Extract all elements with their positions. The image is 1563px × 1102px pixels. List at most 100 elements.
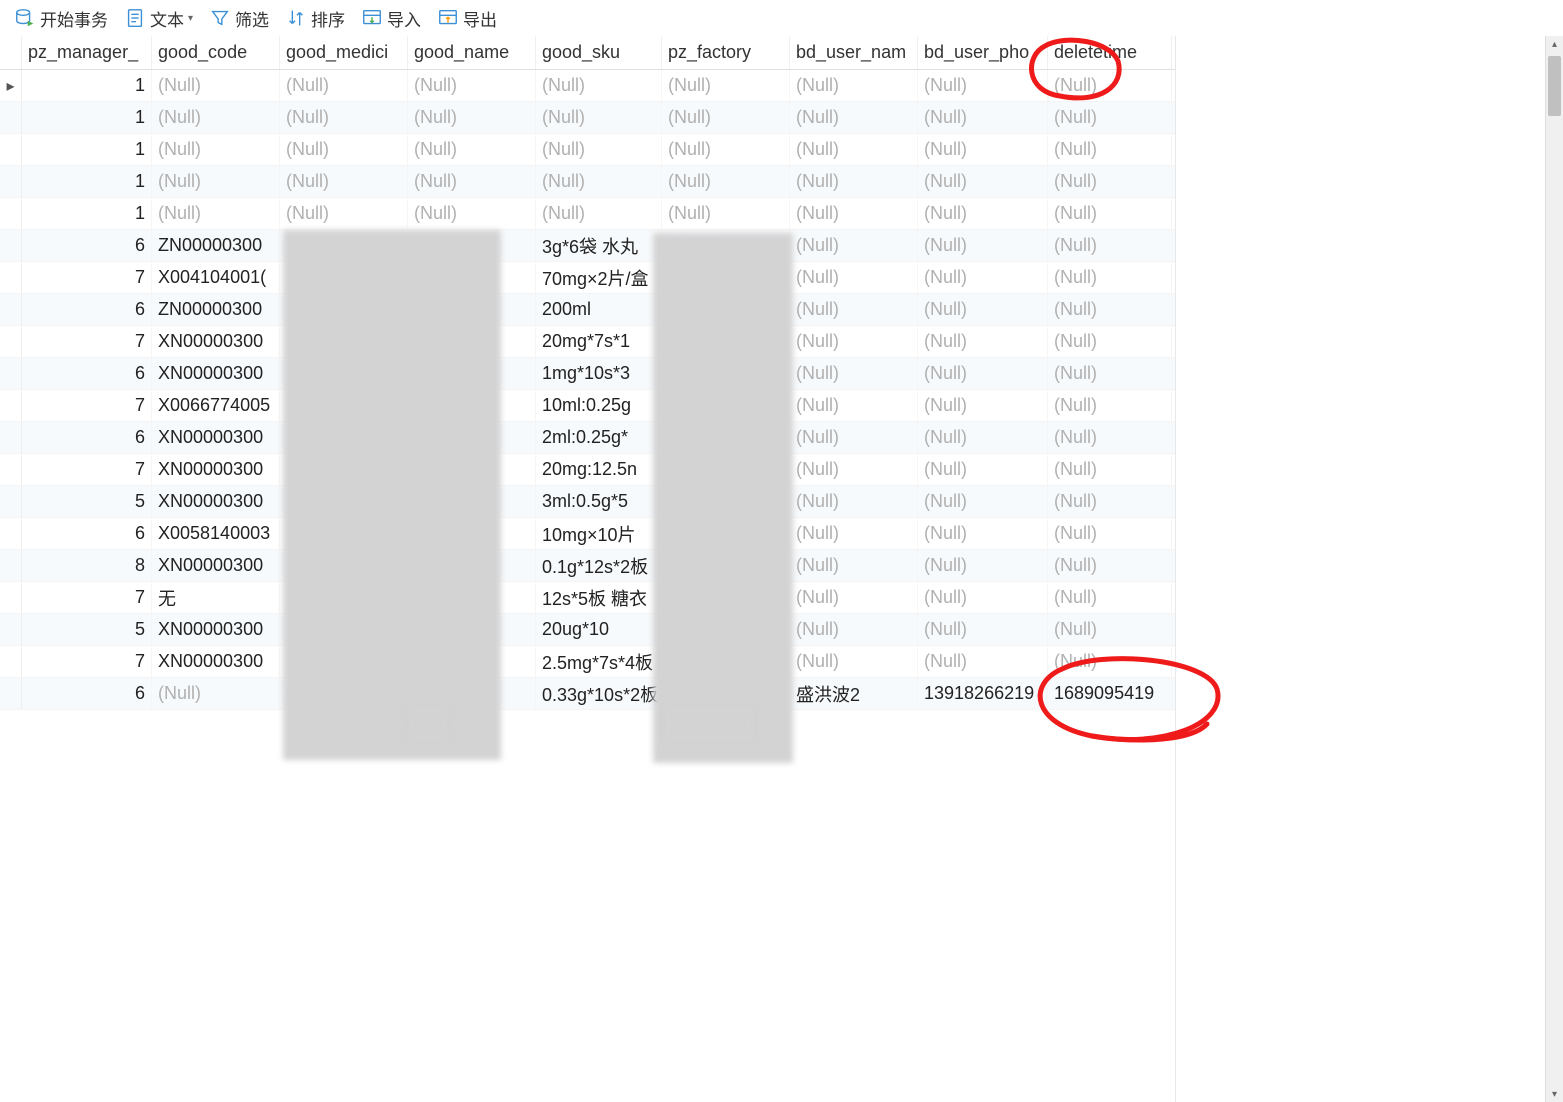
cell-bd_user_name[interactable]: (Null) [790,358,918,389]
cell-bd_user_name[interactable]: (Null) [790,70,918,101]
cell-pz_manager_id[interactable]: 6 [22,422,152,453]
column-header-good_medicine[interactable]: good_medici [280,36,408,69]
table-row[interactable]: 6XN00000300…1mg*10s*3股份(Null)(Null)(Null… [0,358,1175,390]
cell-good_name[interactable]: …液 [408,390,536,421]
cell-good_sku[interactable]: 0.33g*10s*2板 [536,678,662,709]
cell-deletetime[interactable]: (Null) [1048,486,1172,517]
cell-pz_manager_id[interactable]: 7 [22,326,152,357]
cell-deletetime[interactable]: (Null) [1048,422,1172,453]
cell-bd_user_name[interactable]: 盛洪波2 [790,678,918,709]
cell-pz_factory[interactable]: 台山制 [662,262,790,293]
cell-bd_user_name[interactable]: (Null) [790,518,918,549]
row-selector[interactable] [0,102,22,133]
cell-bd_user_phone[interactable]: (Null) [918,134,1048,165]
row-selector[interactable] [0,678,22,709]
cell-bd_user_name[interactable]: (Null) [790,326,918,357]
row-selector[interactable] [0,326,22,357]
table-row[interactable]: 8XN00000300…片0.1g*12s*2板民(Null)(Null)(Nu… [0,550,1175,582]
cell-pz_factory[interactable]: 九州 [662,422,790,453]
cell-pz_factory[interactable]: 大唐药 [662,230,790,261]
cell-good_name[interactable] [408,518,536,549]
cell-good_sku[interactable]: 10ml:0.25g [536,390,662,421]
row-selector[interactable] [0,262,22,293]
cell-deletetime[interactable]: (Null) [1048,518,1172,549]
table-row[interactable]: 7X004104001(…内片70mg×2片/盒台山制(Null)(Null)(… [0,262,1175,294]
cell-good_code[interactable]: 无 [152,582,280,613]
cell-good_name[interactable]: …片 [408,550,536,581]
cell-deletetime[interactable]: (Null) [1048,230,1172,261]
cell-deletetime[interactable]: (Null) [1048,358,1172,389]
cell-pz_factory[interactable]: 份 [662,646,790,677]
cell-pz_manager_id[interactable]: 7 [22,454,152,485]
cell-good_medicine[interactable] [280,454,408,485]
row-selector-header[interactable] [0,36,22,69]
cell-good_sku[interactable]: 3g*6袋 水丸 [536,230,662,261]
cell-good_medicine[interactable] [280,518,408,549]
cell-bd_user_phone[interactable]: (Null) [918,582,1048,613]
cell-pz_factory[interactable]: 业 [662,486,790,517]
cell-bd_user_name[interactable]: (Null) [790,614,918,645]
cell-deletetime[interactable]: (Null) [1048,134,1172,165]
cell-good_sku[interactable]: 2.5mg*7s*4板 [536,646,662,677]
filter-button[interactable]: 筛选 [203,4,275,33]
cell-good_code[interactable]: (Null) [152,70,280,101]
cell-good_name[interactable]: …唑 [408,326,536,357]
cell-pz_factory[interactable]: (Null) [662,102,790,133]
cell-good_name[interactable]: (Null) [408,198,536,229]
column-header-good_code[interactable]: good_code [152,36,280,69]
cell-good_medicine[interactable] [280,582,408,613]
cell-bd_user_phone[interactable]: (Null) [918,166,1048,197]
cell-pz_factory[interactable]: 制药 [662,390,790,421]
cell-good_medicine[interactable] [280,486,408,517]
cell-good_name[interactable]: (Null) [408,134,536,165]
cell-good_code[interactable]: XN00000300 [152,422,280,453]
cell-deletetime[interactable]: (Null) [1048,390,1172,421]
column-header-bd_user_phone[interactable]: bd_user_pho [918,36,1048,69]
row-selector[interactable] [0,134,22,165]
cell-good_sku[interactable]: (Null) [536,166,662,197]
cell-good_medicine[interactable] [280,422,408,453]
cell-good_sku[interactable]: 20mg:12.5n [536,454,662,485]
row-selector[interactable] [0,646,22,677]
cell-deletetime[interactable]: (Null) [1048,198,1172,229]
table-row[interactable]: 7无12s*5板 糖衣利(Null)(Null)(Null) [0,582,1175,614]
cell-deletetime[interactable]: (Null) [1048,646,1172,677]
cell-pz_manager_id[interactable]: 7 [22,262,152,293]
row-selector[interactable]: ▸ [0,70,22,101]
cell-pz_manager_id[interactable]: 1 [22,134,152,165]
row-selector[interactable] [0,358,22,389]
cell-bd_user_name[interactable]: (Null) [790,422,918,453]
cell-good_medicine[interactable] [280,550,408,581]
cell-bd_user_phone[interactable]: (Null) [918,262,1048,293]
cell-bd_user_name[interactable]: (Null) [790,646,918,677]
cell-good_medicine[interactable]: (Null) [280,102,408,133]
cell-good_name[interactable]: …液 [408,486,536,517]
cell-good_medicine[interactable]: (Null) [280,678,408,709]
cell-pz_manager_id[interactable]: 1 [22,102,152,133]
cell-pz_factory[interactable]: 药业 [662,454,790,485]
cell-good_code[interactable]: XN00000300 [152,454,280,485]
cell-good_sku[interactable]: (Null) [536,134,662,165]
column-header-good_sku[interactable]: good_sku [536,36,662,69]
cell-good_sku[interactable]: 0.1g*12s*2板 [536,550,662,581]
cell-good_name[interactable]: …氯 [408,646,536,677]
cell-good_name[interactable]: …液 [408,294,536,325]
cell-bd_user_phone[interactable]: (Null) [918,326,1048,357]
text-button[interactable]: 文本 ▾ [118,4,199,33]
cell-bd_user_phone[interactable]: (Null) [918,518,1048,549]
cell-deletetime[interactable]: (Null) [1048,454,1172,485]
cell-bd_user_phone[interactable]: (Null) [918,230,1048,261]
cell-good_code[interactable]: (Null) [152,166,280,197]
table-row[interactable]: 6XN00000300…液2ml:0.25g*九州(Null)(Null)(Nu… [0,422,1175,454]
cell-pz_manager_id[interactable]: 6 [22,358,152,389]
cell-good_sku[interactable]: 2ml:0.25g* [536,422,662,453]
cell-bd_user_name[interactable]: (Null) [790,102,918,133]
column-header-deletetime[interactable]: deletetime [1048,36,1172,69]
cell-deletetime[interactable]: (Null) [1048,294,1172,325]
cell-deletetime[interactable]: (Null) [1048,550,1172,581]
table-row[interactable]: 7XN00000300…氯2.5mg*7s*4板份(Null)(Null)(Nu… [0,646,1175,678]
cell-bd_user_phone[interactable]: 13918266219 [918,678,1048,709]
row-selector[interactable] [0,166,22,197]
cell-bd_user_name[interactable]: (Null) [790,294,918,325]
cell-bd_user_name[interactable]: (Null) [790,198,918,229]
